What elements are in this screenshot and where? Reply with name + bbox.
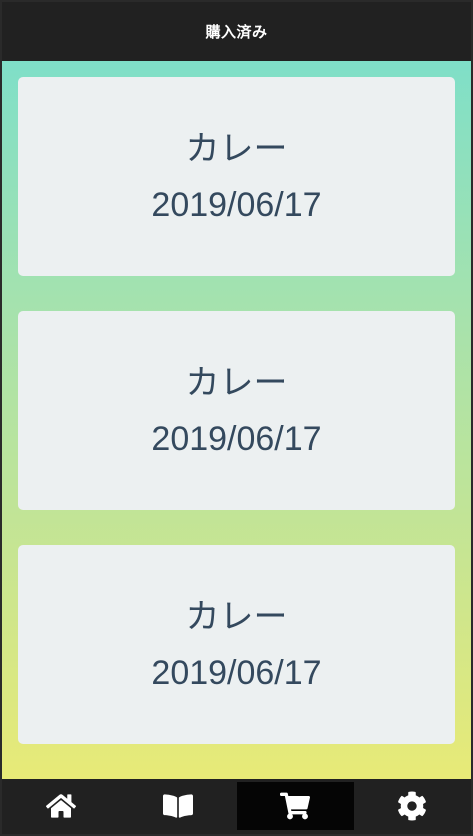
- purchase-list: カレー 2019/06/17 カレー 2019/06/17 カレー 2019/0…: [2, 60, 471, 779]
- purchase-date: 2019/06/17: [151, 654, 322, 693]
- item-name: カレー: [185, 363, 288, 404]
- app-screen: 購入済み カレー 2019/06/17 カレー 2019/06/17 カレー 2…: [2, 2, 471, 834]
- page-title: 購入済み: [205, 23, 268, 41]
- purchase-card[interactable]: カレー 2019/06/17: [18, 310, 455, 510]
- tab-cart[interactable]: [236, 782, 354, 831]
- item-name: カレー: [185, 597, 288, 638]
- item-name: カレー: [185, 129, 288, 170]
- header-bar: 購入済み: [2, 2, 471, 61]
- purchase-date: 2019/06/17: [151, 186, 322, 225]
- tab-book[interactable]: [119, 782, 236, 830]
- book-icon: [162, 794, 193, 819]
- tab-settings[interactable]: [354, 782, 471, 830]
- gear-icon: [398, 791, 427, 821]
- bottom-tab-bar: [2, 778, 471, 834]
- purchase-card[interactable]: カレー 2019/06/17: [18, 544, 455, 744]
- purchase-date: 2019/06/17: [151, 420, 322, 459]
- tab-home[interactable]: [2, 782, 119, 830]
- purchase-card[interactable]: カレー 2019/06/17: [18, 76, 455, 276]
- home-icon: [45, 794, 76, 819]
- cart-icon: [280, 793, 311, 820]
